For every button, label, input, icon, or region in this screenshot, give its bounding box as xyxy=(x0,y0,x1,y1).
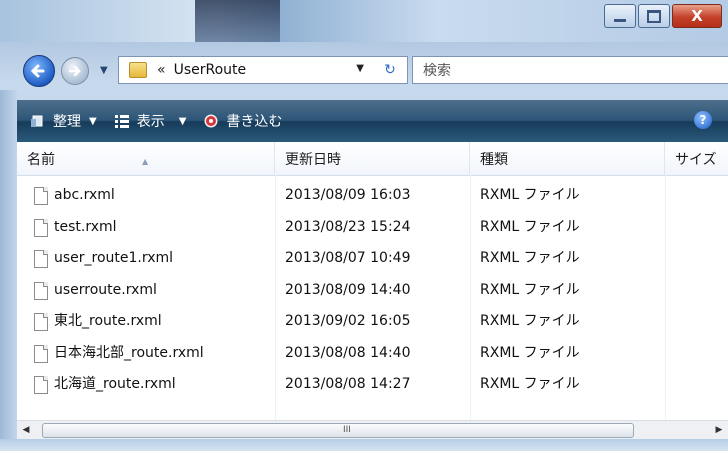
arrow-right-icon xyxy=(68,65,81,77)
column-name[interactable]: 名前 ▲ xyxy=(17,142,275,175)
file-icon xyxy=(34,313,48,331)
file-icon xyxy=(34,187,48,205)
refresh-icon: ↻ xyxy=(384,62,396,78)
file-type: RXML ファイル xyxy=(480,344,580,361)
table-row[interactable]: 日本海北部_route.rxml 2013/08/08 14:40 RXML ファイ… xyxy=(17,338,728,369)
file-name: test.rxml xyxy=(54,218,117,235)
file-date: 2013/08/23 15:24 xyxy=(285,218,411,235)
table-row[interactable]: test.rxml 2013/08/23 15:24 RXML ファイル xyxy=(17,212,728,243)
file-name: userroute.rxml xyxy=(54,281,157,298)
folder-icon xyxy=(129,62,147,78)
view-menu[interactable]: 表示 ▼ xyxy=(114,111,187,131)
file-date: 2013/09/02 16:05 xyxy=(285,313,411,329)
file-list: 名前 ▲ 更新日時 種類 サイズ abc.rxml 2013/08/09 16:03… xyxy=(17,142,728,420)
file-type: RXML ファイル xyxy=(480,376,580,392)
address-row: ▼ « UserRoute ▼ ↻ 検索 xyxy=(0,50,728,90)
disc-icon xyxy=(204,114,218,128)
file-type: RXML ファイル xyxy=(480,250,580,266)
forward-button[interactable] xyxy=(61,57,89,85)
minimize-button[interactable] xyxy=(604,4,636,28)
horizontal-scrollbar[interactable]: ◀ III ▶ xyxy=(17,420,728,439)
file-name: 東北_route.rxml xyxy=(54,313,162,329)
file-type: RXML ファイル xyxy=(480,281,580,298)
explorer-window: X ▼ « UserRoute ▼ ↻ 検索 整理 ▼ 表示 ▼ 書き込む ? … xyxy=(0,0,728,451)
arrow-left-icon xyxy=(30,64,45,78)
burn-button[interactable]: 書き込む xyxy=(204,111,282,131)
chevron-down-icon: ▼ xyxy=(89,115,97,127)
column-date[interactable]: 更新日時 xyxy=(275,142,470,175)
table-row[interactable]: user_route1.rxml 2013/08/07 10:49 RXML ファイ… xyxy=(17,243,728,274)
table-row[interactable]: userroute.rxml 2013/08/09 14:40 RXML ファイル xyxy=(17,275,728,306)
file-icon xyxy=(34,250,48,268)
address-bar[interactable]: « UserRoute ▼ xyxy=(118,56,375,84)
file-date: 2013/08/07 10:49 xyxy=(285,250,411,266)
scroll-right-icon[interactable]: ▶ xyxy=(710,421,728,439)
maximize-icon xyxy=(647,9,661,23)
file-icon xyxy=(34,376,48,394)
file-date: 2013/08/08 14:27 xyxy=(285,376,411,392)
file-type: RXML ファイル xyxy=(480,187,580,203)
search-input[interactable]: 検索 xyxy=(412,56,728,84)
file-name: 日本海北部_route.rxml xyxy=(54,344,204,361)
refresh-button[interactable]: ↻ xyxy=(373,56,408,84)
file-type: RXML ファイル xyxy=(480,218,580,235)
file-name: abc.rxml xyxy=(54,187,115,203)
help-button[interactable]: ? xyxy=(694,111,712,129)
search-placeholder: 検索 xyxy=(423,63,451,79)
organize-menu[interactable]: 整理 ▼ xyxy=(31,111,97,131)
file-date: 2013/08/09 14:40 xyxy=(285,281,411,298)
command-bar: 整理 ▼ 表示 ▼ 書き込む ? xyxy=(17,100,728,142)
scroll-left-icon[interactable]: ◀ xyxy=(17,421,35,439)
minimize-icon xyxy=(614,18,626,22)
table-row[interactable]: 東北_route.rxml 2013/09/02 16:05 RXML ファイル xyxy=(17,306,728,337)
file-name: user_route1.rxml xyxy=(54,250,174,266)
chevron-down-icon[interactable]: ▼ xyxy=(356,63,364,74)
organize-icon xyxy=(31,115,43,127)
file-date: 2013/08/08 14:40 xyxy=(285,344,411,361)
column-type[interactable]: 種類 xyxy=(470,142,665,175)
maximize-button[interactable] xyxy=(638,4,670,28)
back-button[interactable] xyxy=(23,55,55,87)
window-controls: X xyxy=(602,4,722,28)
breadcrumb-userroute[interactable]: UserRoute xyxy=(174,62,247,78)
close-button[interactable]: X xyxy=(672,4,722,28)
title-bar: X xyxy=(0,0,728,42)
file-icon xyxy=(34,281,48,300)
file-icon xyxy=(34,344,48,363)
breadcrumb-overflow[interactable]: « xyxy=(157,62,166,78)
column-size[interactable]: サイズ xyxy=(665,142,728,175)
file-date: 2013/08/09 16:03 xyxy=(285,187,411,203)
view-icon xyxy=(114,115,129,128)
table-row[interactable]: 北海道_route.rxml 2013/08/08 14:27 RXML ファイル xyxy=(17,369,728,400)
chevron-down-icon: ▼ xyxy=(178,115,187,127)
file-icon xyxy=(34,218,48,237)
file-name: 北海道_route.rxml xyxy=(54,376,176,392)
file-type: RXML ファイル xyxy=(480,313,580,329)
table-row[interactable]: abc.rxml 2013/08/09 16:03 RXML ファイル xyxy=(17,180,728,211)
sort-ascending-icon: ▲ xyxy=(142,157,149,166)
scroll-thumb[interactable]: III xyxy=(42,423,634,438)
history-dropdown-icon[interactable]: ▼ xyxy=(100,65,108,76)
column-header: 名前 ▲ 更新日時 種類 サイズ xyxy=(17,142,728,176)
